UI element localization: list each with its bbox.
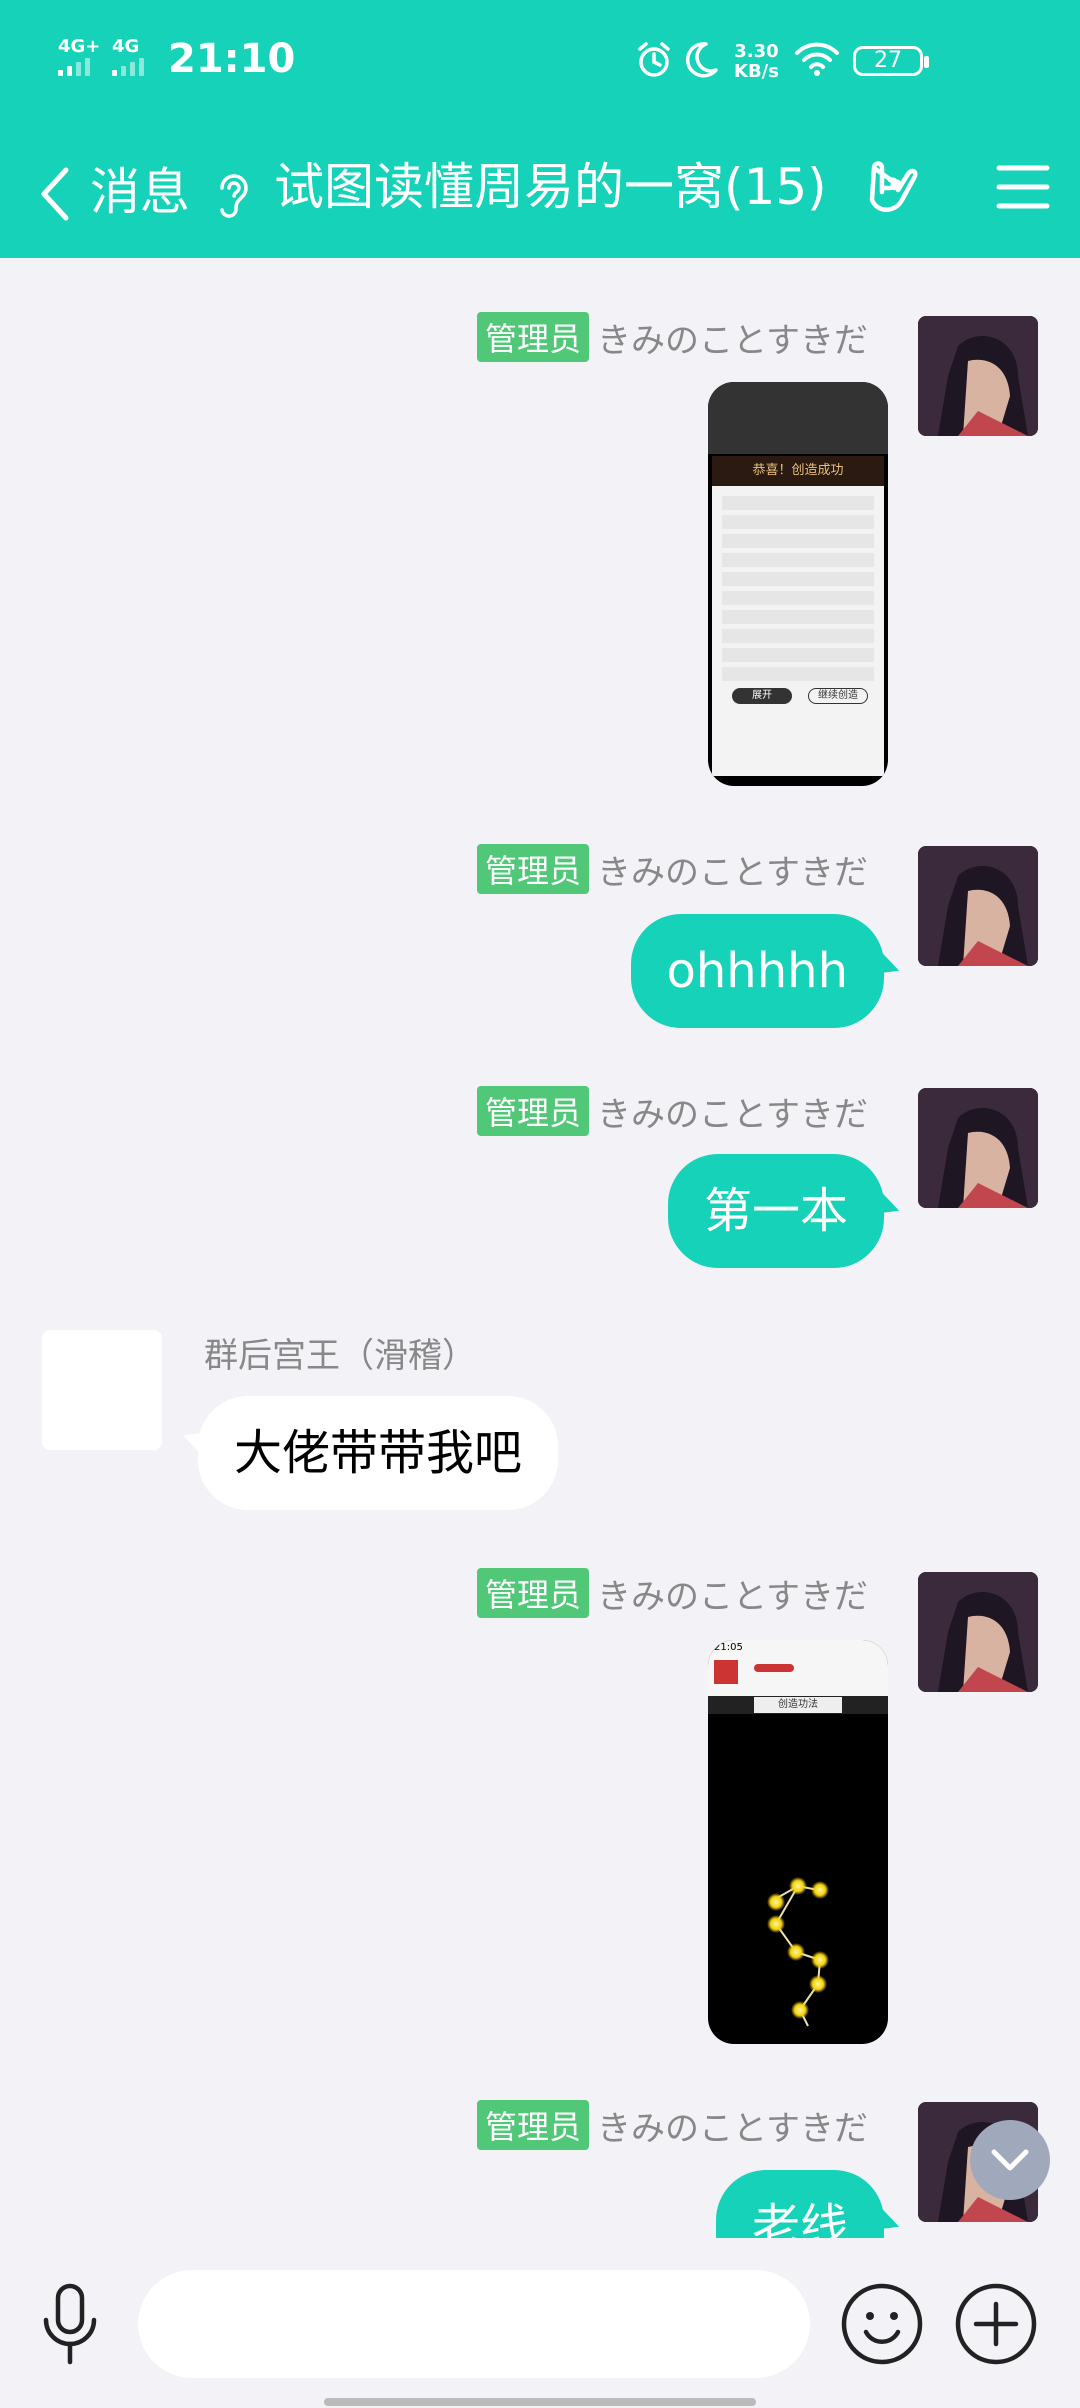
avatar[interactable] [918,1572,1038,1692]
admin-badge: 管理员 [477,844,590,894]
screenshot-header: 21:05 [708,1640,888,1698]
screenshot-open-button: 展开 [732,688,792,704]
screenshot-tabbar: 创造功法 [708,1696,888,1714]
avatar-image [918,846,1038,966]
net-speed-unit: KB/s [734,61,779,82]
signal-1-bars-icon [58,58,98,76]
status-bar: 4G+ 4G 21:10 3.30 KB/s 27 [0,0,1080,124]
clock: 21:10 [168,36,296,82]
plus-icon[interactable] [954,2282,1038,2366]
message-bubble[interactable]: 老线 [715,2170,884,2238]
sender-meta: 管理员 きみのことすきだ [477,1086,868,1136]
sender-meta: 管理员 きみのことすきだ [477,312,868,362]
sender-name: きみのことすきだ [597,2108,868,2149]
back-label: 消息 [90,163,190,221]
back-button[interactable]: 消息 [38,152,198,232]
sender-name: きみのことすきだ [597,1576,868,1617]
signal-2-bars-icon [112,58,152,76]
input-bar [0,2238,1080,2408]
image-message[interactable]: 21:05 创造功法 [708,1640,888,2044]
avatar[interactable] [918,1088,1038,1208]
image-message[interactable]: 恭喜！创造成功 展开 继续创造 [708,382,888,786]
admin-badge: 管理员 [477,312,590,362]
do-not-disturb-moon-icon [685,42,718,78]
admin-badge: 管理员 [477,1568,590,1618]
screenshot-tab: 创造功法 [754,1697,842,1713]
message-list[interactable]: 管理员 きみのことすきだ 恭喜！创造成功 展开 继续创造 管理员 きみのことすき… [0,258,1080,2238]
hand-icon[interactable] [864,156,928,222]
screenshot-dialog-title: 恭喜！创造成功 [712,456,884,486]
back-chevron-icon [41,167,69,221]
sender-meta: 管理员 きみのことすきだ [477,844,868,894]
avatar-image [918,1088,1038,1208]
avatar-image [918,1572,1038,1692]
sender-name: 群后宫王（滑稽） [204,1336,476,1376]
emoji-icon[interactable] [840,2282,924,2366]
page-title: 试图读懂周易的一窝(15) [274,158,827,216]
screenshot-bar [754,1664,794,1672]
sender-name: きみのことすきだ [597,1094,868,1135]
avatar[interactable] [42,1330,162,1450]
screenshot-continue-button: 继续创造 [808,688,868,704]
sender-name: きみのことすきだ [597,320,868,361]
chat-header: 消息 试图读懂周易的一窝(15) [0,124,1080,258]
admin-badge: 管理员 [477,1086,590,1136]
sender-meta: 管理员 きみのことすきだ [477,1568,868,1618]
signal-1-label: 4G+ [58,36,101,57]
avatar[interactable] [918,846,1038,966]
message-bubble[interactable]: 大佬带带我吧 [198,1396,559,1510]
battery-indicator: 27 [853,46,929,76]
menu-icon[interactable] [996,162,1050,212]
ear-icon[interactable] [214,168,250,220]
screenshot-time: 21:05 [714,1642,743,1653]
constellation-drawing [767,1877,829,2027]
admin-badge: 管理员 [477,2100,590,2150]
net-speed-value: 3.30 [734,41,779,62]
message-bubble[interactable]: 第一本 [667,1154,884,1268]
scroll-to-bottom-button[interactable] [970,2120,1050,2200]
message-bubble[interactable]: ohhhhh [630,914,884,1028]
avatar-image [918,316,1038,436]
battery-level: 27 [874,48,902,73]
sender-name: きみのことすきだ [597,852,868,893]
home-indicator[interactable] [324,2398,756,2406]
signal-2-label: 4G [112,36,140,57]
net-speed: 3.30 KB/s [734,42,779,82]
screenshot-header [708,382,888,454]
chevron-down-icon [991,2149,1029,2171]
screenshot-app-icon [714,1660,738,1684]
message-input[interactable] [138,2270,810,2378]
wifi-icon [795,42,839,76]
microphone-icon[interactable] [38,2282,102,2366]
avatar[interactable] [918,316,1038,436]
alarm-icon [638,42,670,77]
screenshot-rows [722,496,874,686]
sender-meta: 管理员 きみのことすきだ [477,2100,868,2150]
screenshot-dialog: 恭喜！创造成功 展开 继续创造 [712,456,884,776]
